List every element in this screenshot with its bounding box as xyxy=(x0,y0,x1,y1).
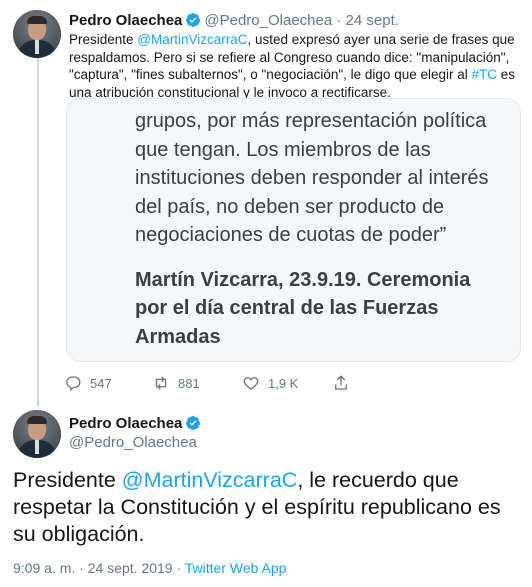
reply-icon xyxy=(66,376,81,392)
quote-body: grupos, por más representación política … xyxy=(135,107,520,250)
mention-link[interactable]: @MartinVizcarraC xyxy=(122,468,298,492)
reply-count: 547 xyxy=(90,375,112,391)
tweet-date[interactable]: 24 sept. xyxy=(346,12,399,29)
avatar[interactable] xyxy=(13,10,61,58)
retweet-button[interactable]: 881 xyxy=(152,374,200,392)
tweet-time[interactable]: 9:09 a. m. xyxy=(13,560,75,576)
tweet2-header: Pedro Olaechea xyxy=(69,414,204,433)
quote-line: del país, no deben ser producto de xyxy=(135,195,445,218)
tweet-source-link[interactable]: Twitter Web App xyxy=(185,560,287,576)
signature-line: Martín Vizcarra, 23.9.19. Ceremonia xyxy=(135,268,471,291)
signature-line: por el día central de las Fuerzas xyxy=(135,297,439,319)
quote-line: grupos, por más representación política xyxy=(135,110,487,132)
quote-signature: Martín Vizcarra, 23.9.19. Ceremonia por … xyxy=(135,266,520,352)
retweet-count: 881 xyxy=(178,375,200,391)
share-icon xyxy=(335,375,347,390)
author-handle[interactable]: @Pedro_Olaechea xyxy=(69,433,197,452)
author-name[interactable]: Pedro Olaechea xyxy=(69,415,182,432)
like-count: 1,9 K xyxy=(268,375,299,391)
tweet-text-part: Presidente xyxy=(13,468,122,492)
separator-dot: · xyxy=(176,560,182,576)
attached-image[interactable]: grupos, por más representación política … xyxy=(66,98,521,362)
quote-line: instituciones deben responder al interés xyxy=(135,167,489,189)
tweet-header: Pedro Olaechea @Pedro_Olaechea · 24 sept. xyxy=(69,11,399,30)
verified-badge-icon xyxy=(186,416,201,430)
verified-badge-icon xyxy=(186,13,201,27)
tweet-date[interactable]: 24 sept. 2019 xyxy=(88,560,173,576)
mention-link[interactable]: @MartinVizcarraC xyxy=(137,32,247,47)
like-button[interactable]: 1,9 K xyxy=(242,374,298,392)
tweet-metadata: 9:09 a. m. · 24 sept. 2019 · Twitter Web… xyxy=(13,559,286,577)
like-icon xyxy=(243,377,259,390)
quote-line: negociaciones de cuotas de poder” xyxy=(135,224,447,246)
avatar[interactable] xyxy=(13,410,61,458)
reply-button[interactable]: 547 xyxy=(64,374,112,392)
retweet-icon xyxy=(155,376,167,390)
separator-dot: · xyxy=(79,560,84,576)
tweet-text-part: Presidente xyxy=(69,32,138,47)
thread-connector-line xyxy=(37,58,39,406)
author-name[interactable]: Pedro Olaechea xyxy=(69,12,182,29)
quote-line: que tengan. Los miembros de las xyxy=(135,138,431,161)
signature-line: Armadas xyxy=(135,325,221,348)
share-button[interactable] xyxy=(332,374,350,392)
tweet-text: Presidente @MartinVizcarraC, le recuerdo… xyxy=(13,467,523,548)
tweet-actions: 547 881 1,9 K xyxy=(64,374,364,396)
hashtag-link[interactable]: #TC xyxy=(472,67,498,82)
separator-dot: · xyxy=(336,12,342,29)
tweet-text: Presidente @MartinVizcarraC, usted expre… xyxy=(69,31,519,101)
author-handle[interactable]: @Pedro_Olaechea xyxy=(204,12,332,29)
